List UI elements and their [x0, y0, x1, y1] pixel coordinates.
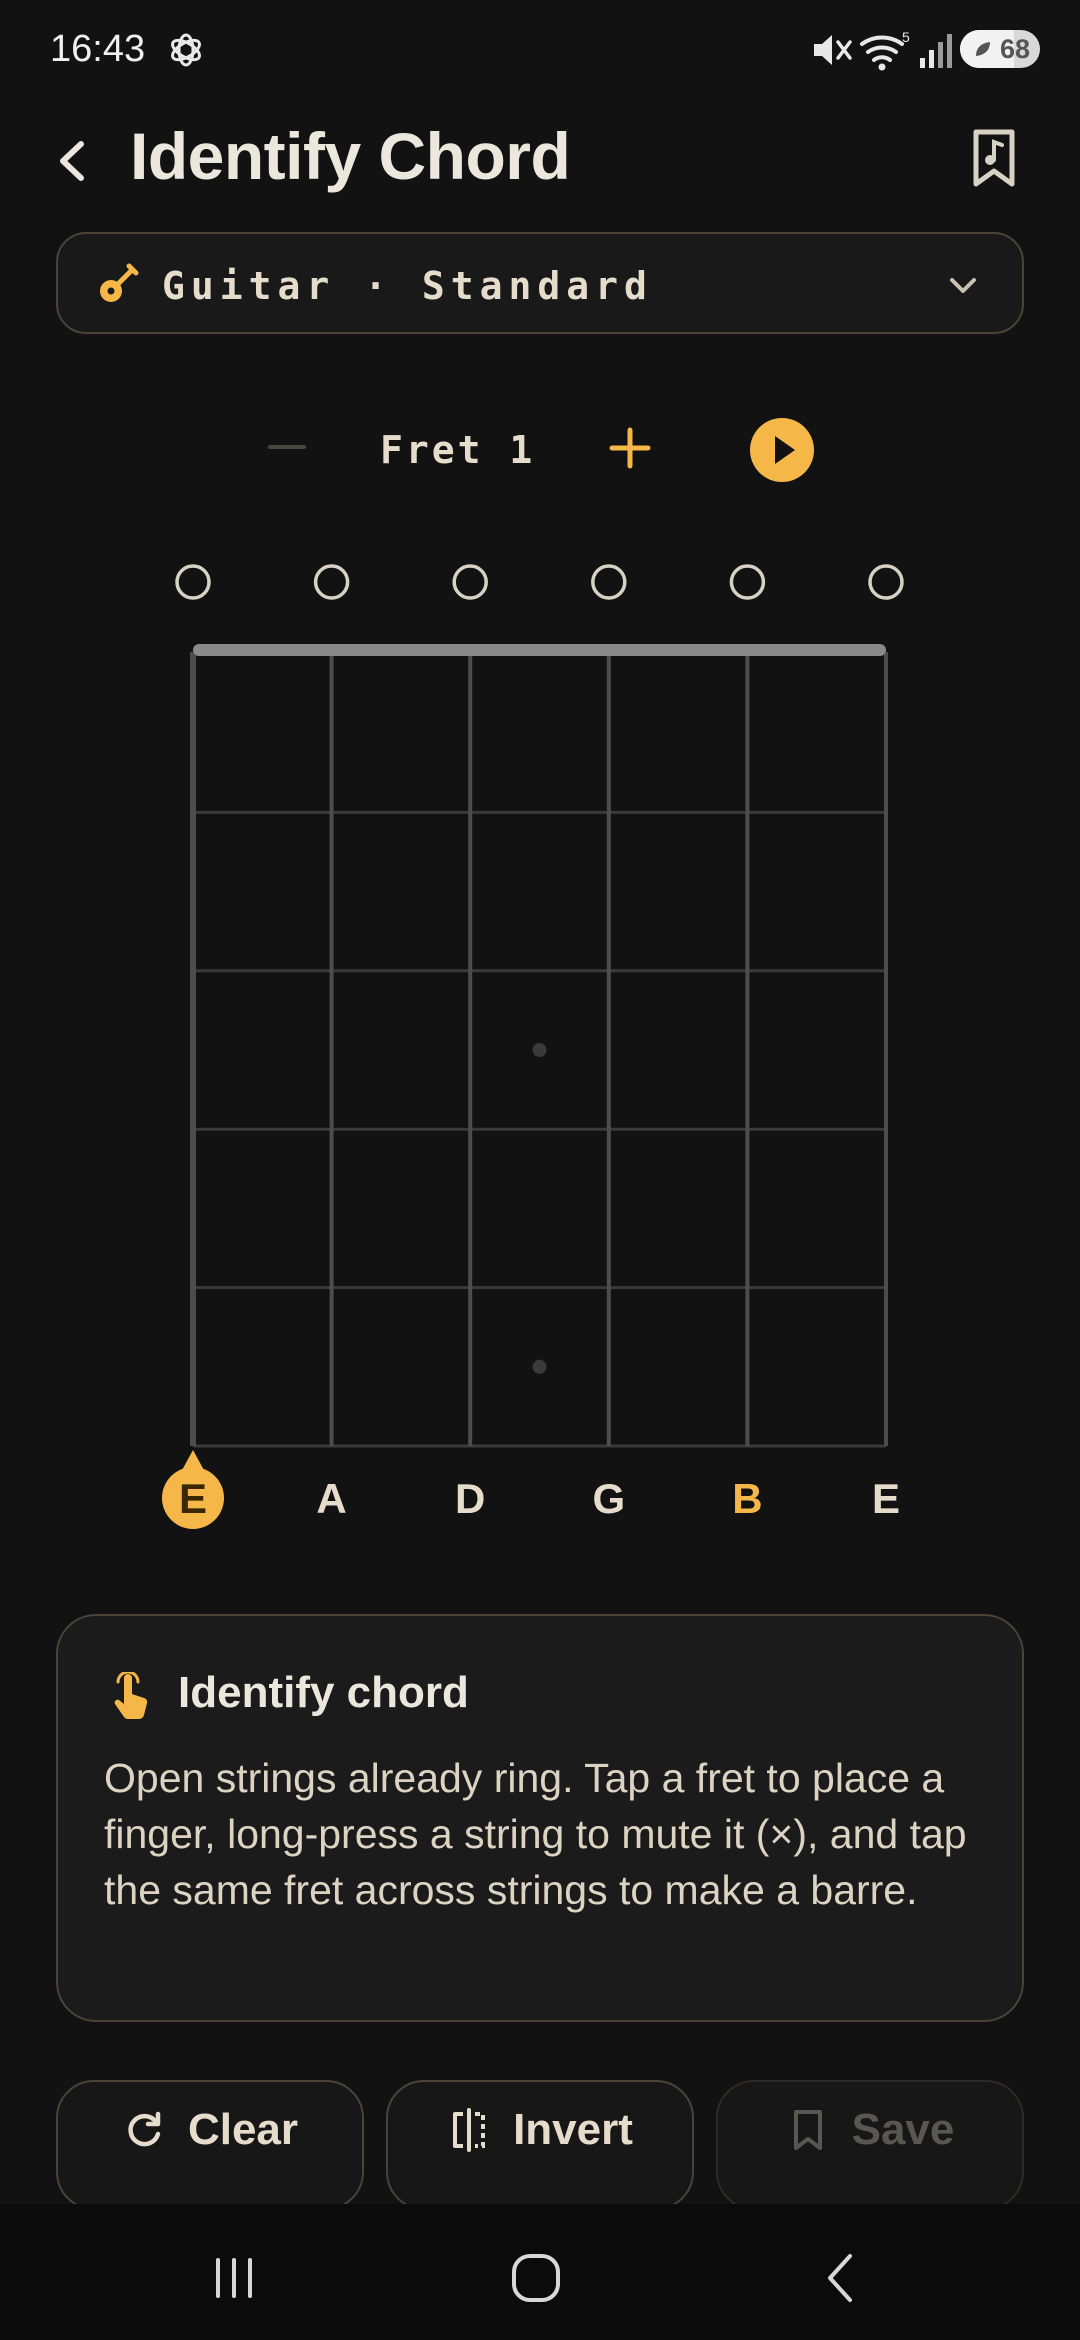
chevron-down-icon — [950, 278, 976, 293]
battery-indicator: 68 — [960, 30, 1040, 68]
instrument-selector[interactable]: Guitar · Standard — [56, 232, 1024, 334]
play-icon — [775, 436, 795, 464]
system-nav-bar — [0, 2204, 1080, 2340]
nut — [193, 644, 886, 656]
status-bar: 16:43 5 68 — [0, 0, 1080, 100]
page-title: Identify Chord — [130, 119, 571, 193]
open-string-marker[interactable] — [175, 564, 211, 600]
save-button-label: Save — [851, 2105, 955, 2154]
fret-label: Fret 1 — [380, 428, 536, 472]
fret-inlay — [532, 1359, 547, 1374]
info-card: Identify chord Open strings already ring… — [56, 1614, 1024, 2022]
battery-saver-icon — [976, 42, 990, 56]
open-string-marker[interactable] — [591, 564, 627, 600]
fret-decrement-button[interactable] — [262, 422, 312, 472]
invert-button[interactable]: Invert — [386, 2080, 694, 2210]
string-label[interactable]: B — [732, 1475, 762, 1522]
guitar-icon — [100, 263, 139, 302]
open-string-marker[interactable] — [868, 564, 904, 600]
fretboard[interactable]: EADGBE — [0, 540, 1080, 1540]
wifi-badge: 5 — [902, 29, 910, 45]
play-chord-button[interactable] — [750, 418, 814, 482]
clear-button[interactable]: Clear — [56, 2080, 364, 2210]
fret-increment-button[interactable] — [606, 424, 654, 472]
mute-icon — [814, 35, 852, 65]
open-string-marker[interactable] — [729, 564, 766, 600]
open-string-marker[interactable] — [313, 564, 350, 600]
mirror-icon — [453, 2108, 486, 2152]
tap-finger-icon — [114, 1672, 148, 1720]
home-button[interactable] — [506, 2248, 566, 2308]
clear-button-label: Clear — [187, 2105, 299, 2154]
music-bookmark-icon[interactable] — [966, 126, 1022, 190]
string-label[interactable]: D — [455, 1475, 485, 1522]
open-string-marker[interactable] — [452, 564, 488, 600]
info-card-body: Open strings already ring. Tap a fret to… — [104, 1755, 967, 1913]
bookmark-icon — [793, 2110, 822, 2150]
info-card-title: Identify chord — [178, 1668, 469, 1717]
signal-icon — [920, 34, 952, 68]
back-button[interactable] — [44, 126, 100, 196]
string-label[interactable]: E — [872, 1475, 900, 1522]
openai-app-icon — [171, 33, 201, 67]
refresh-icon — [128, 2111, 161, 2147]
instrument-label: Guitar · Standard — [162, 264, 653, 308]
string-label[interactable]: E — [179, 1475, 207, 1522]
battery-level: 68 — [999, 34, 1030, 64]
string-label[interactable]: G — [592, 1475, 625, 1522]
chevron-left-icon — [60, 141, 84, 181]
invert-button-label: Invert — [513, 2105, 633, 2154]
status-time: 16:43 — [50, 28, 146, 70]
string-label[interactable]: A — [316, 1475, 346, 1522]
wifi-icon: 5 — [860, 29, 910, 71]
system-back-button[interactable] — [812, 2248, 872, 2308]
recent-apps-button[interactable] — [204, 2248, 264, 2308]
save-button[interactable]: Save — [716, 2080, 1024, 2210]
fret-inlay — [532, 1043, 547, 1057]
status-icons: 5 68 — [780, 26, 1080, 76]
